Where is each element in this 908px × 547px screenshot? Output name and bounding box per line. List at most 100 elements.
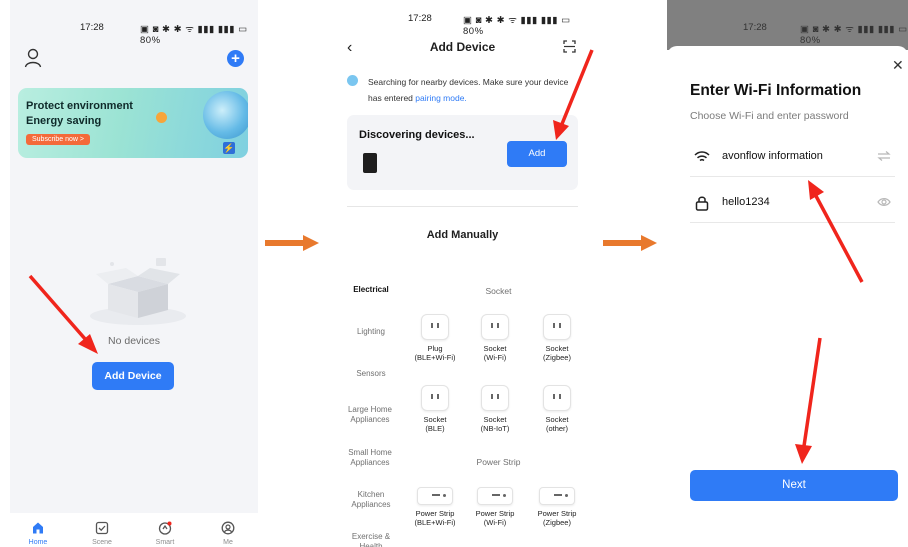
device-variant: (Wi-Fi): [483, 518, 507, 527]
discovering-card: Discovering devices... Add: [347, 115, 578, 190]
flow-arrow-icon: [265, 235, 319, 251]
add-button[interactable]: Add: [507, 141, 567, 167]
category-large-home-appliances[interactable]: Large Home Appliances: [339, 405, 401, 425]
eye-icon[interactable]: [877, 195, 891, 209]
banner-line-1: Protect environment: [26, 100, 133, 112]
category-lighting[interactable]: Lighting: [335, 327, 407, 337]
sheet-subtitle: Choose Wi-Fi and enter password: [690, 110, 849, 122]
empty-state-text: No devices: [108, 335, 160, 347]
tab-home[interactable]: Home: [18, 521, 58, 546]
tab-label: Smart: [155, 539, 175, 546]
bottom-tab-bar: Home Scene Smart Me: [10, 513, 258, 547]
socket-icon: [543, 385, 571, 411]
power-strip-section-title: Power Strip: [476, 457, 521, 467]
device-variant: (BLE+Wi-Fi): [414, 518, 456, 527]
category-exercise-health[interactable]: Exercise & Health: [343, 532, 399, 547]
wifi-icon: [694, 151, 710, 162]
status-bar: 17:28 ▣ ◙ ✱ ✱ ᯤ ▮▮▮ ▮▮▮ ▭ 80%: [335, 0, 590, 37]
status-icons: ▣ ◙ ✱ ✱ ᯤ ▮▮▮ ▮▮▮ ▭ 80%: [140, 24, 248, 46]
power-strip-icon: [539, 487, 575, 505]
divider: [347, 206, 578, 207]
user-icon: [221, 521, 235, 535]
tab-label: Me: [223, 539, 233, 546]
device-tile[interactable]: Socket (BLE): [405, 385, 465, 433]
profile-icon[interactable]: [24, 48, 42, 68]
socket-icon: [543, 314, 571, 340]
wifi-name-field[interactable]: avonflow information: [690, 137, 895, 177]
password-value: hello1234: [722, 196, 770, 208]
banner-line-2: Energy saving: [26, 115, 102, 127]
status-icons: ▣ ◙ ✱ ✱ ᯤ ▮▮▮ ▮▮▮ ▭ 80%: [463, 15, 571, 37]
device-variant: (BLE): [425, 424, 445, 433]
device-tile[interactable]: Socket (Wi-Fi): [465, 314, 525, 362]
category-sensors[interactable]: Sensors: [335, 369, 407, 379]
search-hint: Searching for nearby devices. Make sure …: [368, 74, 578, 106]
status-time: 17:28: [408, 13, 432, 24]
lock-icon: [695, 196, 709, 211]
device-name: Socket: [483, 415, 507, 424]
wifi-name-value: avonflow information: [722, 150, 823, 162]
device-name: Socket: [423, 415, 447, 424]
scan-icon[interactable]: [563, 40, 576, 53]
socket-icon: [481, 314, 509, 340]
tab-label: Home: [28, 539, 48, 546]
socket-icon: [481, 385, 509, 411]
device-tile[interactable]: Power Strip (Zigbee): [527, 487, 587, 527]
status-time: 17:28: [80, 22, 104, 33]
promo-banner[interactable]: Protect environment Energy saving Subscr…: [18, 88, 248, 158]
device-variant: (BLE+Wi-Fi): [414, 353, 456, 362]
next-button[interactable]: Next: [690, 470, 898, 501]
device-name: Socket: [545, 344, 569, 353]
socket-icon: [421, 385, 449, 411]
device-name: Power Strip: [415, 509, 455, 518]
category-electrical[interactable]: Electrical: [335, 285, 407, 295]
password-field[interactable]: hello1234: [690, 183, 895, 223]
play-icon: [156, 112, 167, 123]
category-kitchen-appliances[interactable]: Kitchen Appliances: [343, 490, 399, 510]
device-tile[interactable]: Plug (BLE+Wi-Fi): [405, 314, 465, 362]
close-icon[interactable]: ✕: [892, 57, 904, 74]
switch-network-icon[interactable]: [877, 149, 891, 163]
device-name: Socket: [545, 415, 569, 424]
flow-arrow-icon: [603, 235, 657, 251]
category-small-home-appliances[interactable]: Small Home Appliances: [339, 448, 401, 468]
power-strip-icon: [477, 487, 513, 505]
device-name: Power Strip: [475, 509, 515, 518]
tab-scene[interactable]: Scene: [82, 521, 122, 546]
device-tile[interactable]: Power Strip (Wi-Fi): [465, 487, 525, 527]
device-variant: (other): [545, 424, 569, 433]
home-icon: [33, 522, 43, 534]
globe-icon: [203, 91, 248, 139]
pairing-mode-link[interactable]: pairing mode.: [415, 93, 467, 103]
device-tile[interactable]: Socket (other): [527, 385, 587, 433]
add-icon[interactable]: +: [227, 50, 244, 67]
tab-me[interactable]: Me: [208, 521, 248, 546]
hint-text: Searching for nearby devices. Make sure …: [368, 77, 569, 103]
device-name: Socket: [483, 344, 507, 353]
add-device-screen: 17:28 ▣ ◙ ✱ ✱ ᯤ ▮▮▮ ▮▮▮ ▭ 80% ‹ Add Devi…: [335, 0, 590, 547]
wifi-info-screen: 17:28 ▣ ◙ ✱ ✱ ᯤ ▮▮▮ ▮▮▮ ▭ 80% ✕ Enter Wi…: [667, 0, 908, 547]
page-title: Add Device: [429, 40, 496, 54]
socket-section-title: Socket: [485, 286, 512, 296]
sheet-title: Enter Wi-Fi Information: [690, 82, 862, 99]
device-tile[interactable]: Socket (Zigbee): [527, 314, 587, 362]
smart-icon: [158, 521, 172, 535]
status-time: 17:28: [743, 22, 767, 33]
status-bar: 17:28 ▣ ◙ ✱ ✱ ᯤ ▮▮▮ ▮▮▮ ▭ 80%: [667, 0, 908, 46]
subscribe-button[interactable]: Subscribe now >: [26, 134, 90, 145]
home-screen: 17:28 ▣ ◙ ✱ ✱ ᯤ ▮▮▮ ▮▮▮ ▭ 80% + Protect …: [10, 0, 258, 547]
status-icons: ▣ ◙ ✱ ✱ ᯤ ▮▮▮ ▮▮▮ ▭ 80%: [800, 24, 908, 46]
checkbox-icon: [95, 521, 109, 535]
tab-smart[interactable]: Smart: [145, 521, 185, 546]
tab-label: Scene: [92, 539, 112, 546]
device-name: Plug: [427, 344, 443, 353]
power-strip-icon: [417, 487, 453, 505]
device-icon: [363, 153, 377, 173]
empty-box-icon: [90, 258, 186, 325]
add-device-button[interactable]: Add Device: [92, 362, 174, 390]
device-variant: (Zigbee): [543, 518, 571, 527]
device-variant: (Zigbee): [543, 353, 571, 362]
device-variant: (Wi-Fi): [483, 353, 507, 362]
device-tile[interactable]: Socket (NB-IoT): [465, 385, 525, 433]
device-tile[interactable]: Power Strip (BLE+Wi-Fi): [405, 487, 465, 527]
